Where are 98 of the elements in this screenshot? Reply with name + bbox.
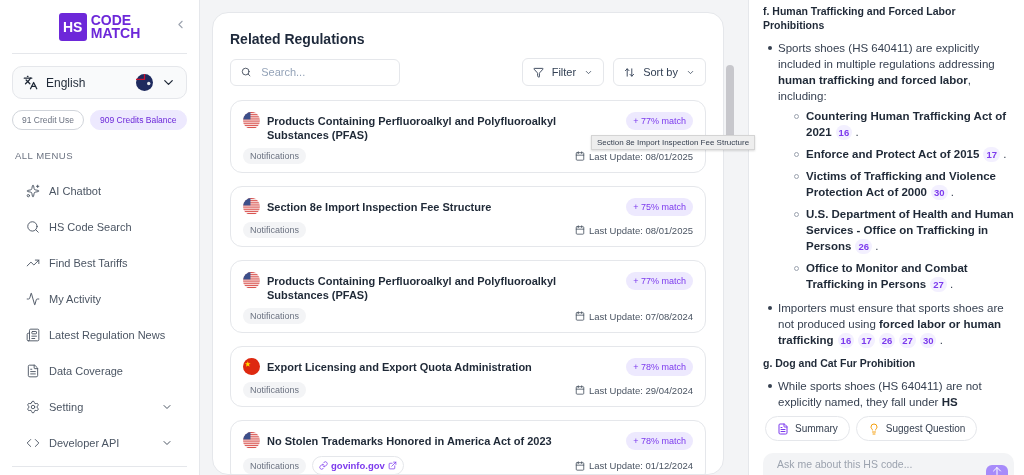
update-date: Last Update: 08/01/2025 <box>574 224 693 236</box>
chat-input[interactable]: Ask me about this HS code... <box>763 453 1014 475</box>
document-icon <box>26 364 40 378</box>
category-tag: Notifications <box>243 457 307 474</box>
menu-item[interactable]: Developer API <box>12 425 187 461</box>
message-input[interactable]: Ask me about this HS code... <box>777 458 978 470</box>
menu-item[interactable]: My Activity <box>12 281 187 317</box>
external-link-icon <box>387 461 397 470</box>
menu-item[interactable]: Data Coverage <box>12 353 187 389</box>
citation-badge[interactable]: 30 <box>931 185 948 200</box>
bullet-text: While sports shoes (HS 640411) are not explicitly named, they fall under HS <box>778 380 982 408</box>
section-heading: ALL MENUS <box>15 150 74 161</box>
flag-icon <box>136 74 153 91</box>
credit-pill: 909 Credits Balance <box>89 110 187 130</box>
citation-badge[interactable]: 27 <box>899 333 916 348</box>
calendar-icon <box>574 151 585 161</box>
filter-icon <box>532 66 544 78</box>
regulation-card[interactable]: No Stolen Trademarks Honored in America Act of 2023 + 78% match Notifications govinfo.gov Last Update: 01/12/2024 <box>230 420 706 475</box>
citation-badge[interactable]: 26 <box>855 239 872 254</box>
section-heading: g. Dog and Cat Fur Prohibition <box>763 356 917 370</box>
bullet-text: Importers must ensure that sports shoes are not produced using forced labor or human trafficking 16 17 26 27 30 . <box>778 302 1004 346</box>
citation-badge[interactable]: 17 <box>983 147 1000 162</box>
search-input[interactable]: Search... <box>259 65 389 79</box>
citation-badge[interactable]: 17 <box>858 333 875 348</box>
logo-mark: HS <box>58 12 87 41</box>
update-date: Last Update: 07/08/2024 <box>574 310 693 322</box>
document-icon <box>777 422 789 435</box>
flag-icon <box>243 432 260 449</box>
code-icon <box>26 436 40 450</box>
update-date: Last Update: 08/01/2025 <box>574 150 693 162</box>
citation-badge[interactable]: 30 <box>919 333 937 348</box>
bullet-text: Victims of Trafficking and Violence Protection Act of 2000 30 . <box>806 170 997 198</box>
calendar-icon <box>574 385 585 395</box>
bullet-icon <box>768 384 772 388</box>
bullet-text: Enforce and Protect Act of 2015 17 . <box>806 148 1007 160</box>
filter-button[interactable]: Filter <box>521 58 605 86</box>
regulation-title: Products Containing Perfluoroalkyl and Polyfluoroalkyl Substances (PFAS) <box>267 274 558 302</box>
match-badge: + 78% match <box>626 358 693 376</box>
category-tag: Notifications <box>243 148 307 164</box>
regulation-title: Export Licensing and Export Quota Administration <box>267 360 533 374</box>
bullet-text: Countering Human Trafficking Act of 2021 16 . <box>806 110 1007 138</box>
send-button[interactable] <box>986 465 1008 475</box>
category-tag: Notifications <box>243 222 307 238</box>
match-badge: + 75% match <box>626 198 693 216</box>
regulation-card[interactable]: Export Licensing and Export Quota Administration + 78% match Notifications Last Update: 29/04/2024 <box>230 346 706 407</box>
menu-item[interactable]: Setting <box>12 389 187 425</box>
calendar-icon <box>574 311 585 321</box>
search-icon <box>26 220 40 234</box>
regulation-card[interactable]: Section 8e Import Inspection Fee Structure + 75% match Notifications Last Update: 08/01/2025 <box>230 186 706 247</box>
newspaper-icon <box>26 328 40 342</box>
card-title: Related Regulations <box>230 31 366 47</box>
language-selector[interactable]: English <box>12 66 187 99</box>
regulation-title: Section 8e Import Inspection Fee Structure <box>267 200 493 214</box>
bullet-text: U.S. Department of Health and Human Services - Office on Trafficking in Persons 26 . <box>806 208 1014 252</box>
flag-icon <box>243 198 260 215</box>
section-heading: f. Human Trafficking and Forced Labor Prohibitions <box>763 4 957 32</box>
flag-icon <box>243 112 260 129</box>
calendar-icon <box>574 225 585 235</box>
menu-item[interactable]: Latest Regulation News <box>12 317 187 353</box>
menu-item[interactable]: AI Chatbot <box>12 173 187 209</box>
bullet-icon <box>768 46 772 50</box>
citation-badge[interactable]: 26 <box>878 333 896 348</box>
bullet-text: Office to Monitor and Combat Trafficking in Persons 27 . <box>806 262 968 290</box>
lightbulb-icon <box>867 422 880 435</box>
sort-button[interactable]: Sort by <box>613 58 706 86</box>
category-tag: Notifications <box>243 308 307 324</box>
flag-icon <box>243 358 260 375</box>
regulation-title: No Stolen Trademarks Honored in America Act of 2023 <box>267 434 553 448</box>
credit-pill: 91 Credit Use <box>12 110 84 130</box>
update-date: Last Update: 01/12/2024 <box>574 460 693 471</box>
citation-badge[interactable]: 16 <box>835 125 853 140</box>
search-field[interactable]: Search... <box>230 58 400 86</box>
settings-icon <box>26 400 40 414</box>
match-badge: + 77% match <box>626 112 693 130</box>
link-icon <box>319 461 329 470</box>
match-badge: + 77% match <box>626 272 693 290</box>
bullet-icon <box>768 306 772 310</box>
update-date: Last Update: 29/04/2024 <box>574 384 693 396</box>
flag-icon <box>243 272 260 289</box>
bullet-text: Sports shoes (HS 640411) are explicitly included in multiple regulations addressing human trafficking and forced labor, including: <box>778 42 995 102</box>
menu-item[interactable]: Find Best Tariffs <box>12 245 187 281</box>
calendar-icon <box>574 460 585 471</box>
match-badge: + 78% match <box>626 432 693 450</box>
suggest-button[interactable]: Suggest Question <box>855 416 978 441</box>
logo-wordmark: CODE MATCH <box>90 13 141 40</box>
regulation-title: Products Containing Perfluoroalkyl and Polyfluoroalkyl Substances (PFAS) <box>267 114 558 142</box>
tooltip: Section 8e Import Inspection Fee Structure <box>591 135 756 150</box>
translate-icon <box>23 75 38 90</box>
regulation-card[interactable]: Products Containing Perfluoroalkyl and Polyfluoroalkyl Substances (PFAS) + 77% match Notifications Last Update: 07/08/2024 <box>230 260 706 333</box>
activity-icon <box>26 292 40 306</box>
search-icon <box>241 66 252 78</box>
category-tag: Notifications <box>243 382 307 398</box>
sparkles-icon <box>26 184 40 198</box>
citation-badge[interactable]: 27 <box>930 277 947 292</box>
citation-badge[interactable]: 16 <box>837 333 855 348</box>
summary-button[interactable]: Summary <box>765 416 850 441</box>
sort-icon <box>624 66 636 78</box>
menu-item[interactable]: HS Code Search <box>12 209 187 245</box>
